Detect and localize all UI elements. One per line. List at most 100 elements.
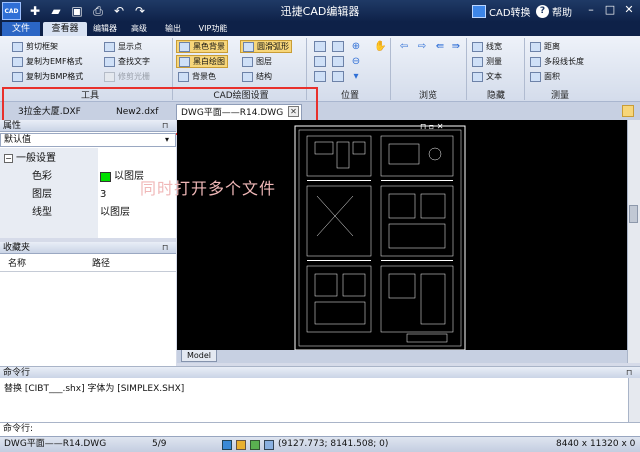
- print-icon[interactable]: ⎙: [90, 3, 106, 19]
- tab-advanced[interactable]: 高级: [128, 22, 150, 36]
- tab-output[interactable]: 输出: [162, 22, 184, 36]
- drawing-canvas[interactable]: [177, 120, 627, 363]
- tab-viewer[interactable]: 查看器: [43, 22, 87, 36]
- close-tab-icon[interactable]: ✕: [288, 106, 299, 117]
- polyline-length-button[interactable]: 多段线长度: [530, 55, 584, 68]
- background-color-icon: [178, 71, 189, 82]
- model-tab[interactable]: Model: [181, 350, 217, 362]
- rotate-icon[interactable]: [332, 56, 344, 67]
- next-icon[interactable]: ⇨: [416, 41, 428, 52]
- property-key: 色彩: [32, 171, 52, 182]
- zoom-dropdown-icon[interactable]: ▾: [350, 71, 362, 82]
- collapse-icon[interactable]: −: [4, 154, 13, 163]
- command-header: 命令行 ⊓: [0, 366, 640, 378]
- status-size: 8440 x 11320 x 0: [556, 439, 636, 449]
- color-swatch: [100, 172, 111, 182]
- copy-emf-label: 复制为EMF格式: [26, 57, 83, 66]
- property-value: 3: [100, 189, 107, 200]
- scroll-thumb[interactable]: [629, 205, 638, 223]
- column-name[interactable]: 名称: [8, 256, 26, 272]
- copy-bmp-icon: [12, 71, 23, 82]
- undo-icon[interactable]: ↶: [111, 3, 127, 19]
- smooth-arc-button[interactable]: 圆滑弧形: [240, 40, 292, 53]
- layers-button[interactable]: 图层: [242, 55, 272, 68]
- maximize-icon[interactable]: □: [603, 3, 617, 17]
- measure-toggle-button[interactable]: 测量: [472, 55, 502, 68]
- ortho-icon[interactable]: [250, 440, 260, 450]
- command-title: 命令行: [3, 368, 31, 378]
- trim-raster-icon: [104, 71, 115, 82]
- zoom-window-icon[interactable]: [314, 56, 326, 67]
- command-output: 替换 [CIBT___.shx] 字体为 [SIMPLEX.SHX]: [0, 378, 628, 422]
- fit-icon[interactable]: [332, 41, 344, 52]
- dimension-marks: [307, 180, 453, 261]
- text-toggle-button[interactable]: 文本: [472, 70, 502, 83]
- zoom-out-icon[interactable]: ⊖: [350, 56, 362, 67]
- background-color-button[interactable]: 背景色: [178, 70, 216, 83]
- previous-icon[interactable]: ⇦: [398, 41, 410, 52]
- save-icon[interactable]: ▣: [69, 3, 85, 19]
- cut-frame-button[interactable]: 剪切框架: [12, 40, 58, 53]
- last-icon[interactable]: ⇛: [450, 41, 462, 52]
- viewport-controls[interactable]: ⊓ ▫ ✕: [420, 122, 456, 132]
- bw-drawing-button[interactable]: 黑白绘图: [176, 55, 228, 68]
- minimize-icon[interactable]: –: [584, 3, 598, 17]
- pin-icon[interactable]: ⊓: [162, 242, 168, 254]
- favorites-panel: 收藏夹 ⊓ 名称 路径: [0, 242, 176, 366]
- group-separator: [524, 38, 525, 100]
- line-width-button[interactable]: 线宽: [472, 40, 502, 53]
- status-page: 5/9: [152, 439, 167, 449]
- file-tab[interactable]: 3拉金大厦.DXF: [4, 104, 102, 120]
- tab-file[interactable]: 文件: [2, 22, 40, 36]
- first-icon[interactable]: ⇚: [434, 41, 446, 52]
- property-set-dropdown[interactable]: 默认值 ▾: [0, 133, 176, 147]
- layers-icon: [242, 56, 253, 67]
- file-tab-strip: 3拉金大厦.DXF New2.dxf DWG平面——R14.DWG ✕: [0, 102, 640, 120]
- pin-icon[interactable]: ⊓: [162, 120, 168, 132]
- command-scrollbar[interactable]: [628, 378, 640, 422]
- structure-icon: [242, 71, 253, 82]
- trim-raster-button[interactable]: 修剪光栅: [104, 70, 150, 83]
- copy-bmp-button[interactable]: 复制为BMP格式: [12, 70, 83, 83]
- snap-icon[interactable]: [222, 440, 232, 450]
- black-background-button[interactable]: 黑色背景: [176, 40, 228, 53]
- cad-drawing: [294, 125, 466, 351]
- tab-vip[interactable]: VIP功能: [198, 22, 228, 36]
- vertical-scrollbar[interactable]: [627, 120, 640, 363]
- pan-icon[interactable]: ✋: [374, 41, 386, 52]
- column-path[interactable]: 路径: [92, 256, 110, 272]
- grid-icon[interactable]: [236, 440, 246, 450]
- cad-convert-button[interactable]: CAD转换: [472, 3, 531, 19]
- distance-icon: [530, 41, 541, 52]
- structure-button[interactable]: 结构: [242, 70, 272, 83]
- section-row[interactable]: − 一般设置: [0, 150, 176, 168]
- area-button[interactable]: 面积: [530, 70, 560, 83]
- smooth-arc-icon: [243, 41, 254, 52]
- mirror-icon[interactable]: [332, 71, 344, 82]
- new-file-icon[interactable]: ✚: [27, 3, 43, 19]
- zoom-in-icon[interactable]: ⊕: [350, 41, 362, 52]
- find-text-button[interactable]: 查找文字: [104, 55, 150, 68]
- property-row[interactable]: 线型 以图层: [0, 204, 176, 222]
- copy-emf-button[interactable]: 复制为EMF格式: [12, 55, 83, 68]
- redo-icon[interactable]: ↷: [132, 3, 148, 19]
- group-label-hide: 隐藏: [486, 91, 505, 101]
- show-points-button[interactable]: 显示点: [104, 40, 142, 53]
- open-folder-icon[interactable]: ▰: [48, 3, 64, 19]
- zoom-extents-icon[interactable]: [314, 41, 326, 52]
- polar-icon[interactable]: [264, 440, 274, 450]
- command-input[interactable]: 命令行:: [0, 422, 640, 436]
- file-tab-active[interactable]: DWG平面——R14.DWG: [176, 104, 302, 120]
- show-points-label: 显示点: [118, 42, 142, 51]
- chevron-down-icon: ▾: [165, 135, 170, 144]
- measure-toggle-label: 测量: [486, 57, 502, 66]
- tab-list-icon[interactable]: [622, 105, 634, 117]
- distance-button[interactable]: 距离: [530, 40, 560, 53]
- help-button[interactable]: ? 帮助: [536, 3, 572, 19]
- zoom-all-icon[interactable]: [314, 71, 326, 82]
- tab-editor[interactable]: 编辑器: [90, 22, 120, 36]
- group-label-tools: 工具: [80, 91, 99, 101]
- file-tab[interactable]: New2.dxf: [102, 104, 174, 120]
- close-icon[interactable]: ✕: [622, 3, 636, 17]
- sheet-border: [294, 125, 466, 351]
